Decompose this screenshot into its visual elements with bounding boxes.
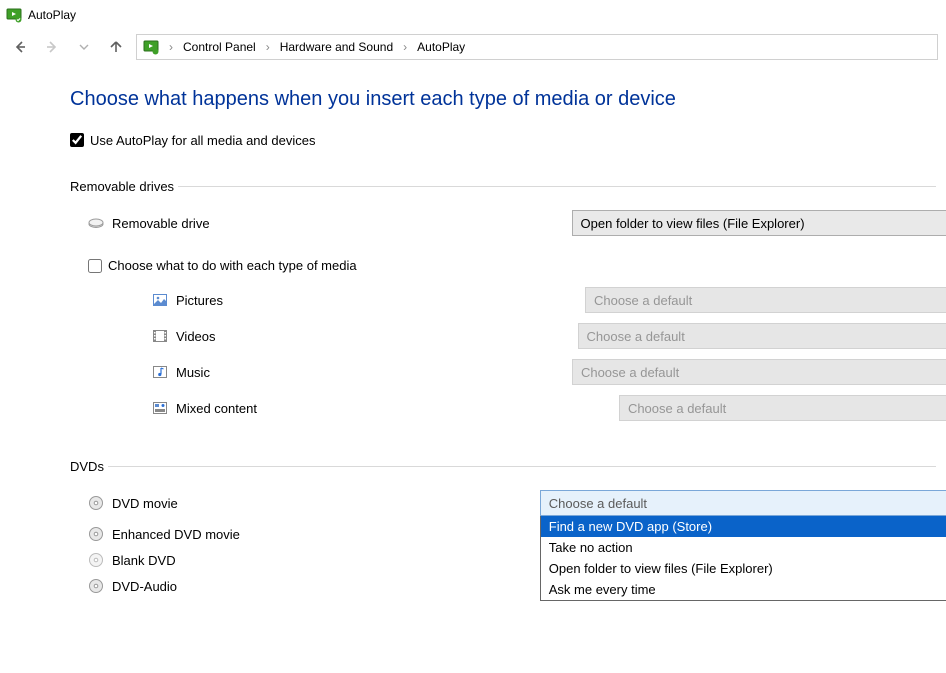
breadcrumb-item[interactable]: Hardware and Sound: [278, 38, 395, 56]
breadcrumb-sep-icon: ›: [266, 40, 270, 54]
dvd-icon: [88, 552, 104, 568]
section-header-dvds: DVDs: [70, 459, 936, 474]
mixed-content-icon: [152, 400, 168, 416]
videos-combo: Choose a default: [578, 323, 946, 349]
media-label: Mixed content: [176, 401, 257, 416]
combo-option[interactable]: Find a new DVD app (Store): [541, 516, 946, 537]
section-legend: DVDs: [70, 459, 104, 474]
use-autoplay-all-label: Use AutoPlay for all media and devices: [90, 133, 315, 148]
breadcrumb-item[interactable]: Control Panel: [181, 38, 258, 56]
combo-placeholder: Choose a default: [549, 496, 647, 511]
media-row-videos: Videos Choose a default ﹀: [70, 323, 936, 349]
combo-option[interactable]: Open folder to view files (File Explorer…: [541, 558, 946, 579]
use-autoplay-all-row: Use AutoPlay for all media and devices: [70, 129, 936, 151]
music-combo: Choose a default: [572, 359, 946, 385]
dvd-movie-combo-listbox[interactable]: Find a new DVD app (Store) Take no actio…: [540, 516, 946, 601]
removable-drive-icon: [88, 215, 104, 231]
dvd-icon: [88, 526, 104, 542]
per-media-checkbox-row: Choose what to do with each type of medi…: [70, 258, 936, 273]
breadcrumb-item[interactable]: AutoPlay: [415, 38, 467, 56]
section-legend: Removable drives: [70, 179, 174, 194]
dvd-icon: [88, 495, 104, 511]
dvd-icon: [88, 578, 104, 594]
content-area: Choose what happens when you insert each…: [0, 64, 946, 594]
page-heading: Choose what happens when you insert each…: [70, 88, 936, 111]
dvd-label: DVD movie: [112, 496, 178, 511]
section-rule: [178, 186, 936, 187]
autoplay-breadcrumb-icon: [143, 39, 161, 55]
nav-forward-button: [40, 35, 64, 59]
dvd-movie-combo[interactable]: Choose a default ﹀ Find a new DVD app (S…: [540, 490, 946, 601]
dvd-label: DVD-Audio: [112, 579, 177, 594]
breadcrumb-sep-icon: ›: [403, 40, 407, 54]
media-label: Videos: [176, 329, 216, 344]
window-titlebar: AutoPlay: [0, 0, 946, 30]
nav-recent-dropdown[interactable]: [72, 35, 96, 59]
media-label: Pictures: [176, 293, 223, 308]
use-autoplay-all-checkbox[interactable]: Use AutoPlay for all media and devices: [70, 133, 315, 148]
removable-drive-combo[interactable]: Open folder to view files (File Explorer…: [572, 210, 946, 236]
window-title: AutoPlay: [28, 8, 76, 22]
per-media-label: Choose what to do with each type of medi…: [108, 258, 357, 273]
media-row-pictures: Pictures Choose a default ﹀: [70, 287, 936, 313]
dvd-movie-combo-head[interactable]: Choose a default ﹀: [540, 490, 946, 516]
section-header-removable: Removable drives: [70, 179, 936, 194]
per-media-checkbox[interactable]: Choose what to do with each type of medi…: [88, 258, 357, 273]
mixed-combo: Choose a default: [619, 395, 946, 421]
autoplay-app-icon: [6, 7, 22, 23]
address-bar[interactable]: › Control Panel › Hardware and Sound › A…: [136, 34, 938, 60]
combo-option[interactable]: Ask me every time: [541, 579, 946, 600]
pictures-icon: [152, 292, 168, 308]
removable-drive-text: Removable drive: [112, 216, 210, 231]
nav-back-button[interactable]: [8, 35, 32, 59]
media-row-mixed: Mixed content Choose a default ﹀: [70, 395, 936, 421]
removable-drive-row: Removable drive Open folder to view file…: [70, 210, 936, 236]
breadcrumb-sep-icon: ›: [169, 40, 173, 54]
per-media-input[interactable]: [88, 259, 102, 273]
pictures-combo: Choose a default: [585, 287, 946, 313]
music-icon: [152, 364, 168, 380]
dvd-movie-row: DVD movie Choose a default ﹀ Find a new …: [70, 490, 936, 516]
media-label: Music: [176, 365, 210, 380]
nav-up-button[interactable]: [104, 35, 128, 59]
use-autoplay-all-input[interactable]: [70, 133, 84, 147]
combo-option[interactable]: Take no action: [541, 537, 946, 558]
section-rule: [108, 466, 936, 467]
removable-drive-label: Removable drive: [88, 215, 210, 231]
navigation-bar: › Control Panel › Hardware and Sound › A…: [0, 30, 946, 64]
dvd-label: Blank DVD: [112, 553, 176, 568]
dvd-label: Enhanced DVD movie: [112, 527, 240, 542]
media-row-music: Music Choose a default ﹀: [70, 359, 936, 385]
videos-icon: [152, 328, 168, 344]
